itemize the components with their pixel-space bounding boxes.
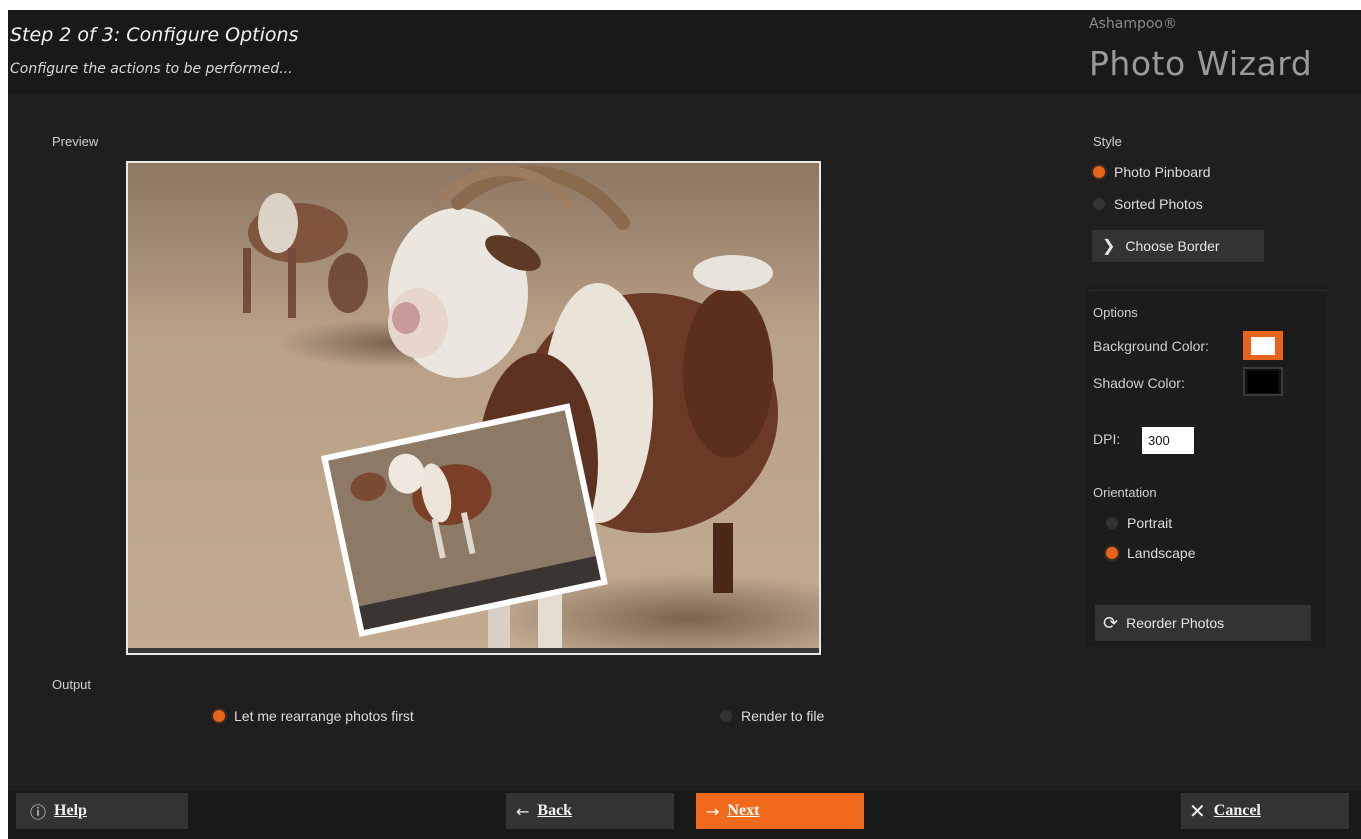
help-label: Help [54, 802, 87, 819]
shadow-color-picker[interactable] [1243, 367, 1283, 396]
preview-label: Preview [52, 134, 99, 149]
choose-border-button[interactable]: ❯ Choose Border [1092, 230, 1264, 262]
radio-dot [720, 710, 732, 722]
shadow-color-swatch [1248, 370, 1278, 393]
shadow-color-label: Shadow Color: [1093, 375, 1185, 391]
reorder-photos-label: Reorder Photos [1126, 615, 1225, 631]
radio-label: Photo Pinboard [1114, 164, 1211, 180]
radio-label: Sorted Photos [1114, 196, 1203, 212]
header: Step 2 of 3: Configure Options Configure… [8, 10, 1361, 94]
radio-dot-selected [1093, 166, 1105, 178]
radio-label: Portrait [1127, 515, 1173, 531]
preview-image [126, 161, 821, 655]
wizard-window: Step 2 of 3: Configure Options Configure… [8, 10, 1361, 839]
next-button[interactable]: → Next [696, 793, 864, 829]
refresh-icon: ⟳ [1103, 612, 1119, 633]
output-label: Output [52, 677, 92, 692]
radio-photo-pinboard[interactable]: Photo Pinboard [1093, 164, 1211, 180]
cancel-label: Cancel [1213, 802, 1261, 819]
back-button[interactable]: ← Back [506, 793, 674, 829]
back-label: Back [537, 802, 573, 819]
cancel-button[interactable]: ✕ Cancel [1181, 793, 1349, 829]
footer [8, 791, 1361, 839]
choose-border-label: Choose Border [1125, 238, 1220, 254]
help-button[interactable]: ⓘ Help [16, 793, 188, 829]
reorder-photos-button[interactable]: ⟳ Reorder Photos [1095, 605, 1311, 641]
dpi-label: DPI: [1093, 431, 1121, 447]
divider [1089, 290, 1326, 291]
dpi-input[interactable] [1142, 427, 1194, 454]
background-color-swatch [1251, 336, 1275, 355]
arrow-left-icon: ← [516, 801, 530, 821]
brand-product: Photo Wizard [1089, 44, 1313, 83]
radio-render-to-file[interactable]: Render to file [720, 708, 824, 724]
radio-dot-selected [1106, 547, 1118, 559]
radio-landscape[interactable]: Landscape [1106, 545, 1196, 561]
brand-company: Ashampoo® [1089, 16, 1177, 32]
orientation-label: Orientation [1093, 485, 1157, 500]
step-title: Step 2 of 3: Configure Options [10, 24, 299, 46]
radio-dot-selected [213, 710, 225, 722]
close-icon: ✕ [1189, 799, 1206, 823]
radio-label: Landscape [1127, 545, 1196, 561]
style-label: Style [1093, 134, 1122, 149]
radio-dot [1106, 517, 1118, 529]
radio-label: Render to file [741, 708, 825, 724]
background-color-picker[interactable] [1243, 331, 1283, 360]
options-label: Options [1093, 305, 1138, 320]
arrow-right-icon: → [706, 801, 720, 821]
radio-rearrange-photos[interactable]: Let me rearrange photos first [213, 708, 414, 724]
radio-dot [1093, 198, 1105, 210]
radio-label: Let me rearrange photos first [234, 708, 414, 724]
next-label: Next [727, 802, 760, 819]
help-circle-icon: ⓘ [30, 803, 47, 822]
radio-portrait[interactable]: Portrait [1106, 515, 1172, 531]
radio-sorted-photos[interactable]: Sorted Photos [1093, 196, 1203, 212]
background-color-label: Background Color: [1093, 338, 1209, 354]
step-subtitle: Configure the actions to be performed... [10, 61, 293, 77]
goat-photo [128, 163, 819, 653]
chevron-right-icon: ❯ [1102, 238, 1116, 255]
